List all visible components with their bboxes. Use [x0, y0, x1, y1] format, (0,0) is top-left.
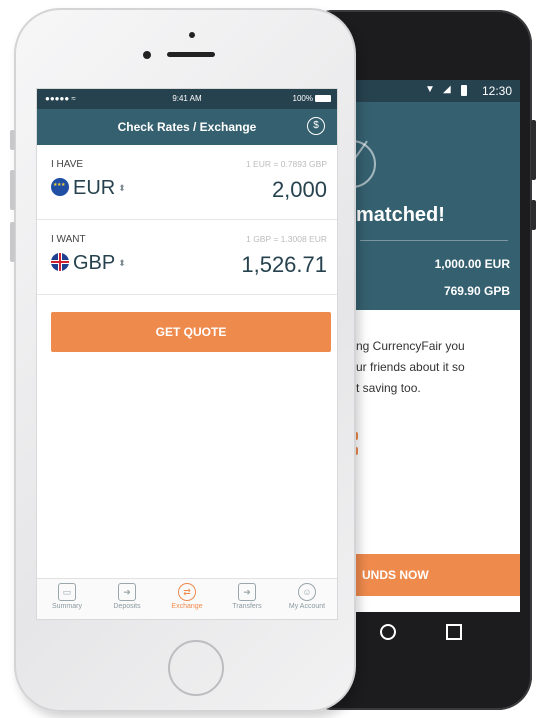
iphone-status-bar: ●●●●● ≈ 9:41 AM 100%: [37, 89, 337, 109]
page-title: Check Rates / Exchange: [117, 120, 257, 134]
android-headline: matched!: [356, 204, 445, 226]
android-amount-buy: 769.90 GPB: [443, 284, 510, 298]
android-screen: ▼ ◢ 12:30 matched! 1,000.00 EUR 769.90 G…: [340, 80, 520, 612]
android-home-icon[interactable]: [380, 624, 396, 640]
have-label: I HAVE: [51, 159, 84, 170]
user-icon: ☺: [298, 583, 316, 601]
android-body-line: t saving too.: [356, 381, 421, 395]
wallet-icon: ▭: [58, 583, 76, 601]
have-rate: 1 EUR = 0.7893 GBP: [245, 159, 327, 169]
eu-flag-icon: [51, 178, 69, 196]
iphone-device: ●●●●● ≈ 9:41 AM 100% Check Rates / Excha…: [10, 8, 356, 712]
tab-deposits[interactable]: ➜ Deposits: [97, 583, 157, 610]
signal-icon: ◢: [443, 84, 451, 95]
battery-percent: 100%: [292, 94, 313, 103]
tab-bar: ▭ Summary ➜ Deposits ⇄ Exchange ➜ Transf…: [37, 578, 337, 619]
exchange-icon: ⇄: [178, 583, 196, 601]
dollar-icon[interactable]: $: [307, 117, 325, 135]
battery-icon: [315, 95, 331, 102]
android-cta-label: UNDS NOW: [362, 568, 429, 582]
have-currency-code: EUR: [73, 177, 116, 199]
iphone-volume-up: [10, 170, 15, 210]
iphone-home-button[interactable]: [168, 640, 224, 696]
updown-arrows-icon: ⬍: [118, 183, 126, 193]
transfer-icon: ➜: [238, 583, 256, 601]
deposit-icon: ➜: [118, 583, 136, 601]
android-status-time: 12:30: [481, 84, 512, 98]
android-nav-bar: [340, 612, 520, 652]
android-body-line: ng CurrencyFair you: [356, 339, 465, 353]
android-body-text: ng CurrencyFair you ur friends about it …: [356, 336, 516, 399]
iphone-mute-switch: [10, 130, 15, 150]
want-currency-code: GBP: [73, 252, 116, 274]
android-status-bar: ▼ ◢ 12:30: [340, 80, 520, 102]
android-volume-button: [531, 200, 536, 230]
have-currency-select[interactable]: EUR⬍: [51, 177, 126, 200]
have-amount-input[interactable]: 2,000: [272, 177, 327, 203]
android-amount-sell: 1,000.00 EUR: [434, 257, 510, 271]
tab-transfers-label: Transfers: [232, 603, 262, 610]
android-success-header: matched! 1,000.00 EUR 769.90 GPB: [340, 102, 520, 310]
android-recents-icon[interactable]: [446, 624, 462, 640]
want-label: I WANT: [51, 234, 86, 245]
android-cta-button[interactable]: UNDS NOW: [340, 554, 520, 596]
battery-icon: [461, 85, 467, 96]
iphone-screen: ●●●●● ≈ 9:41 AM 100% Check Rates / Excha…: [36, 88, 338, 620]
tab-transfers[interactable]: ➜ Transfers: [217, 583, 277, 610]
iphone-volume-down: [10, 222, 15, 262]
tab-deposits-label: Deposits: [113, 603, 141, 610]
uk-flag-icon: [51, 253, 69, 271]
android-body-line: ur friends about it so: [356, 360, 465, 374]
iphone-sensor: [189, 32, 195, 38]
wifi-icon: ▼: [425, 84, 435, 95]
get-quote-button[interactable]: GET QUOTE: [51, 312, 331, 352]
tab-summary[interactable]: ▭ Summary: [37, 583, 97, 610]
iphone-speaker: [167, 52, 215, 57]
want-row: I WANT 1 GBP = 1.3008 EUR GBP ⬍ 1,526.71: [37, 220, 337, 295]
tab-my-account-label: My Account: [288, 603, 326, 610]
want-currency-select[interactable]: GBP ⬍: [51, 252, 126, 275]
updown-arrows-icon: ⬍: [118, 258, 126, 268]
iphone-camera: [143, 51, 151, 59]
app-header: Check Rates / Exchange $: [37, 109, 337, 145]
tab-my-account[interactable]: ☺ My Account: [277, 583, 337, 610]
tab-summary-label: Summary: [52, 603, 82, 610]
android-divider: [360, 240, 508, 241]
tab-exchange[interactable]: ⇄ Exchange: [157, 583, 217, 610]
want-rate: 1 GBP = 1.3008 EUR: [246, 234, 327, 244]
android-power-button: [531, 120, 536, 180]
want-amount-input[interactable]: 1,526.71: [241, 252, 327, 278]
tab-exchange-label: Exchange: [171, 603, 203, 610]
have-row: I HAVE 1 EUR = 0.7893 GBP EUR⬍ 2,000: [37, 145, 337, 220]
